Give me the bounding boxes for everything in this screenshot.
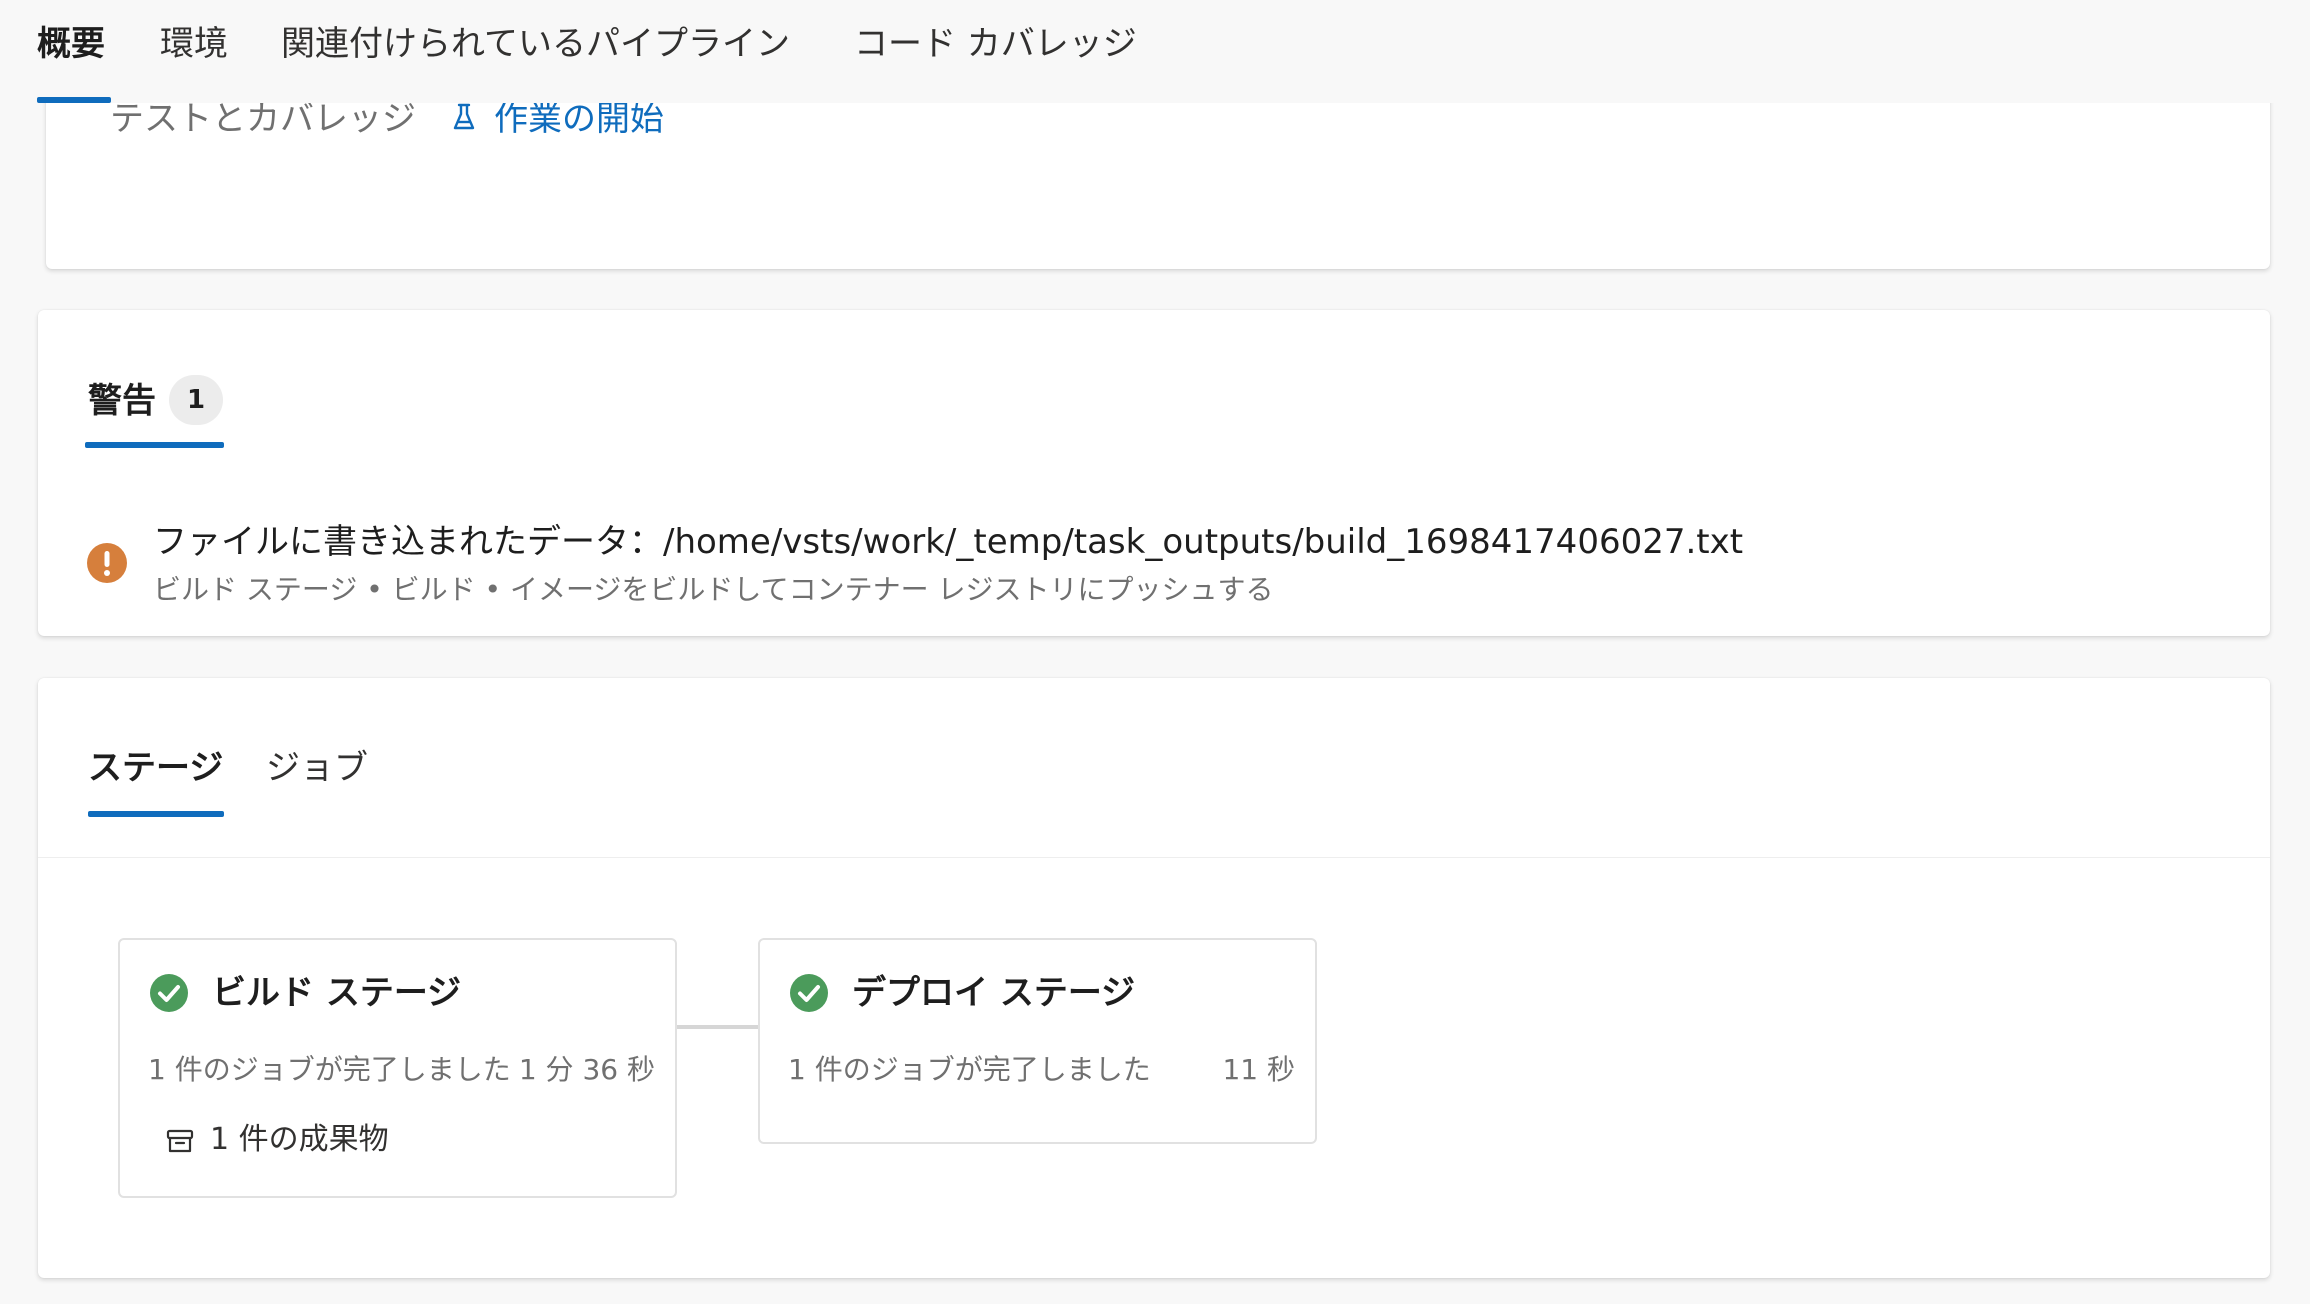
tab-code-coverage[interactable]: コード カバレッジ bbox=[854, 20, 1137, 68]
stage-name-build: ビルド ステージ bbox=[212, 973, 462, 1013]
warning-location: ビルド ステージ • ビルド • イメージをビルドしてコンテナー レジストリにプ… bbox=[153, 573, 1274, 606]
active-tab-indicator bbox=[37, 97, 111, 103]
warning-message[interactable]: ファイルに書き込まれたデータ：/home/vsts/work/_temp/tas… bbox=[153, 518, 1743, 566]
tab-associated-pipelines[interactable]: 関連付けられているパイプライン bbox=[281, 20, 790, 68]
success-check-icon bbox=[790, 974, 828, 1012]
warnings-tab-indicator bbox=[85, 442, 224, 448]
warnings-count-badge: 1 bbox=[169, 375, 223, 425]
stage-jobs-deploy: 1 件のジョブが完了しました bbox=[788, 1053, 1151, 1086]
warnings-title[interactable]: 警告 bbox=[88, 377, 156, 425]
success-check-icon bbox=[150, 974, 188, 1012]
artifacts-link[interactable]: 1 件の成果物 bbox=[210, 1118, 389, 1162]
stage-duration-deploy: 11 秒 bbox=[1222, 1053, 1295, 1086]
stage-connector bbox=[677, 1025, 758, 1029]
top-navigation: 概要 環境 関連付けられているパイプライン コード カバレッジ bbox=[0, 0, 2310, 103]
stages-divider bbox=[38, 857, 2270, 858]
stage-jobs-build: 1 件のジョブが完了しました bbox=[148, 1053, 511, 1086]
warning-icon bbox=[87, 543, 127, 583]
tab-environments[interactable]: 環境 bbox=[160, 20, 228, 68]
artifact-icon bbox=[166, 1129, 194, 1153]
stage-duration-build: 1 分 36 秒 bbox=[518, 1053, 655, 1086]
stage-name-deploy: デプロイ ステージ bbox=[852, 973, 1136, 1013]
stages-tab-indicator bbox=[88, 811, 224, 817]
tab-summary[interactable]: 概要 bbox=[37, 20, 105, 68]
tab-stages[interactable]: ステージ bbox=[88, 744, 223, 792]
tab-jobs[interactable]: ジョブ bbox=[266, 744, 368, 792]
flask-icon bbox=[453, 103, 475, 130]
